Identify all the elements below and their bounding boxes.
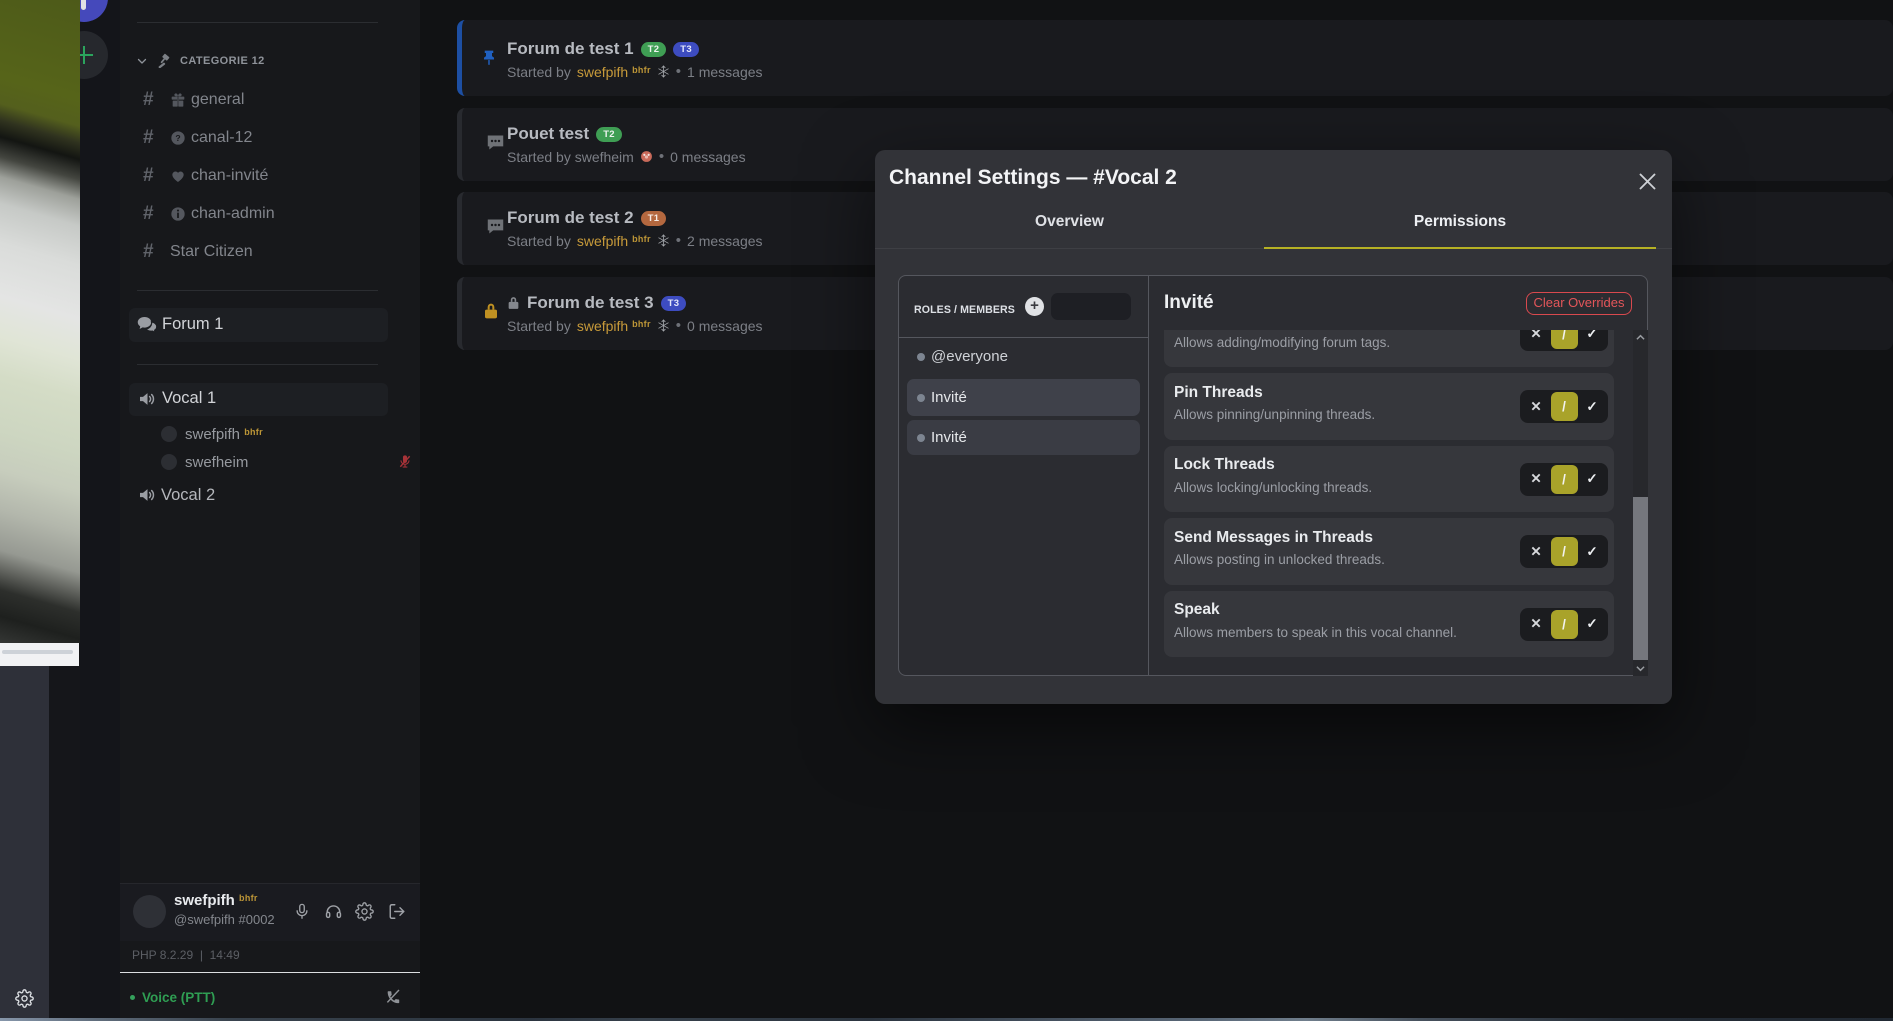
svg-text:?: ? xyxy=(175,133,180,143)
